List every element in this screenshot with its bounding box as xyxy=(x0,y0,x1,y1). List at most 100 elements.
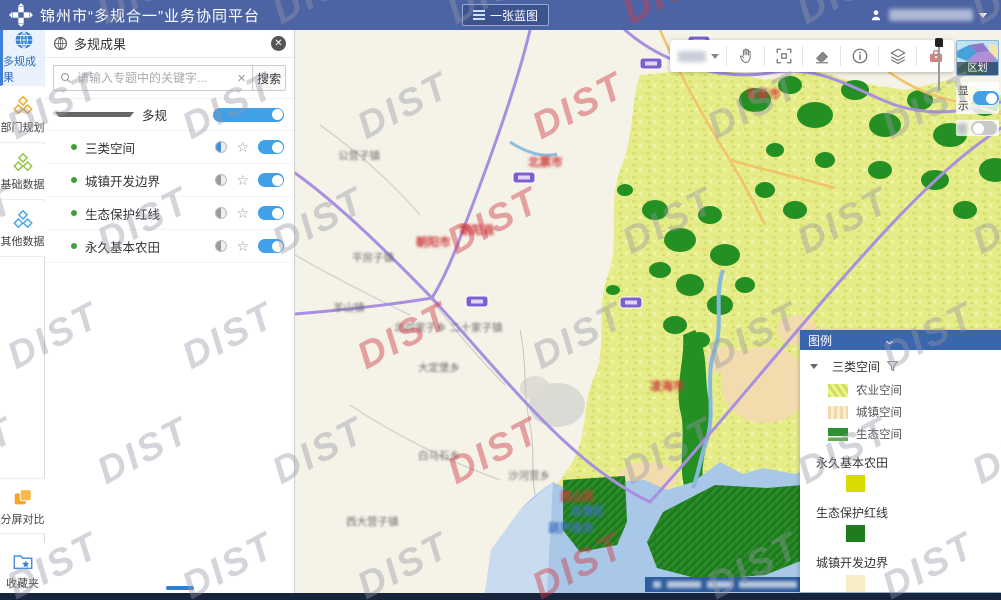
legend-item-label: 生态空间 xyxy=(856,426,902,442)
layers-button[interactable] xyxy=(879,40,916,72)
visibility-toggle[interactable] xyxy=(258,239,284,253)
sidebar-item-label: 多规成果 xyxy=(3,53,45,85)
layer-status-dot xyxy=(71,243,77,249)
basemap-thumbnail-label: 区划 xyxy=(957,62,998,75)
cubes-blue-icon xyxy=(12,208,34,230)
layer-panel: 多规成果 ✕ ✕ 搜索 多规 三类空间 ☆ xyxy=(45,30,295,593)
tree-item-label: 生态保护红线 xyxy=(85,204,215,223)
redline-swatch xyxy=(846,525,865,542)
collapse-chevron-icon[interactable]: ⌄ xyxy=(882,334,1001,346)
eco-swatch xyxy=(828,428,848,441)
list-icon xyxy=(473,8,485,22)
basemap-annotation-row xyxy=(956,120,999,136)
display-toggle[interactable] xyxy=(973,91,999,105)
page-title: 锦州市“多规合一”业务协同平台 xyxy=(40,5,260,26)
legend-panel: 图例 ⌄ 三类空间 农业空间 城镇空间 生态空间 xyxy=(800,330,1001,592)
legend-item-agri: 农业空间 xyxy=(828,382,991,398)
search-box: ✕ xyxy=(53,65,253,91)
blueprint-button[interactable]: 一张蓝图 xyxy=(462,4,549,26)
favorite-star-icon[interactable]: ☆ xyxy=(236,173,249,187)
full-extent-button[interactable] xyxy=(765,40,802,72)
sidebar-item-label: 分屏对比 xyxy=(1,511,45,527)
toggle-label-redacted xyxy=(958,123,967,133)
opacity-icon[interactable] xyxy=(215,141,227,153)
favorite-star-icon[interactable]: ☆ xyxy=(236,206,249,220)
legend-item-label: 农业空间 xyxy=(856,382,902,398)
legend-group-label: 三类空间 xyxy=(832,358,880,375)
sidebar-item-other-data[interactable]: 其他数据 xyxy=(0,201,45,257)
info-button[interactable] xyxy=(841,40,878,72)
layer-status-dot xyxy=(71,177,77,183)
tree-item-eco-redline[interactable]: 生态保护红线 ☆ xyxy=(45,197,294,230)
eraser-icon xyxy=(813,47,831,65)
panel-drag-handle[interactable] xyxy=(166,586,194,590)
sidebar-item-dept-planning[interactable]: 部门规划 xyxy=(0,87,45,143)
tree-group-label: 多规 xyxy=(142,105,213,124)
annotation-toggle[interactable] xyxy=(971,121,997,135)
tree-item-urban-boundary[interactable]: 城镇开发边界 ☆ xyxy=(45,164,294,197)
sidebar: 多规成果 部门规划 基础数据 其他数据 xyxy=(0,30,45,593)
tree-item-label: 永久基本农田 xyxy=(85,237,215,256)
basemap-thumbnail[interactable]: 区划 xyxy=(956,40,999,76)
tree-item-three-spaces[interactable]: 三类空间 ☆ xyxy=(45,131,294,164)
search-input[interactable] xyxy=(77,71,232,85)
farmland-swatch xyxy=(846,475,865,492)
user-icon xyxy=(869,8,883,22)
filter-funnel-icon[interactable] xyxy=(886,360,899,373)
caret-down-icon xyxy=(810,364,818,369)
close-icon[interactable]: ✕ xyxy=(271,36,286,51)
clear-search-icon[interactable]: ✕ xyxy=(237,72,246,85)
visibility-toggle[interactable] xyxy=(258,173,284,187)
layers-icon xyxy=(889,47,907,65)
opacity-icon[interactable] xyxy=(215,174,227,186)
info-icon xyxy=(851,47,869,65)
caret-down-icon xyxy=(55,112,134,117)
search-button[interactable]: 搜索 xyxy=(253,65,286,91)
sidebar-item-label: 基础数据 xyxy=(1,176,45,192)
chevron-down-icon xyxy=(711,54,719,59)
slider-handle-icon[interactable] xyxy=(935,38,943,47)
map-slider[interactable] xyxy=(934,38,944,92)
opacity-icon[interactable] xyxy=(215,240,227,252)
legend-header: 图例 ⌄ xyxy=(800,330,1001,350)
panel-header: 多规成果 ✕ xyxy=(45,30,294,58)
sidebar-item-base-data[interactable]: 基础数据 xyxy=(0,144,45,200)
favorite-star-icon[interactable]: ☆ xyxy=(236,140,249,154)
tree-group-row[interactable]: 多规 xyxy=(45,99,294,131)
sidebar-item-label: 其他数据 xyxy=(1,233,45,249)
tree-item-label: 城镇开发边界 xyxy=(85,171,215,190)
sidebar-item-planning-results[interactable]: 多规成果 xyxy=(0,30,45,86)
panel-title: 多规成果 xyxy=(74,34,271,53)
bottom-bar xyxy=(0,593,1001,600)
sidebar-item-favorites[interactable]: 收藏夹 xyxy=(0,543,45,599)
app-header: 锦州市“多规合一”业务协同平台 一张蓝图 xyxy=(0,0,1001,30)
chevron-down-icon xyxy=(979,13,987,18)
tree-item-farmland[interactable]: 永久基本农田 ☆ xyxy=(45,230,294,263)
pan-tool-button[interactable] xyxy=(727,40,764,72)
user-menu[interactable] xyxy=(869,0,987,30)
basemap-display-row: 显示 xyxy=(956,82,999,114)
search-icon xyxy=(60,72,72,84)
search-row: ✕ 搜索 xyxy=(45,58,294,99)
sidebar-item-split-compare[interactable]: 分屏对比 xyxy=(0,478,45,534)
favorite-star-icon[interactable]: ☆ xyxy=(236,239,249,253)
folder-star-icon xyxy=(12,550,34,572)
dropdown-label-redacted xyxy=(678,51,706,62)
tree-item-label: 三类空间 xyxy=(85,138,215,157)
legend-section-label: 生态保护红线 xyxy=(816,504,991,521)
app-logo-icon xyxy=(8,2,34,28)
legend-group-row[interactable]: 三类空间 xyxy=(810,358,991,375)
visibility-toggle[interactable] xyxy=(258,206,284,220)
clear-button[interactable] xyxy=(803,40,840,72)
visibility-toggle[interactable] xyxy=(258,140,284,154)
user-name-redacted xyxy=(889,9,973,21)
cubes-green-icon xyxy=(12,151,34,173)
legend-item-eco: 生态空间 xyxy=(828,426,991,442)
basemap-dropdown[interactable] xyxy=(670,40,726,72)
basemap-switcher: 区划 显示 xyxy=(956,40,999,136)
globe-icon xyxy=(53,36,68,51)
sidebar-item-label: 部门规划 xyxy=(1,119,45,135)
opacity-icon[interactable] xyxy=(215,207,227,219)
group-visibility-toggle[interactable] xyxy=(213,108,284,122)
split-compare-icon xyxy=(12,486,34,508)
